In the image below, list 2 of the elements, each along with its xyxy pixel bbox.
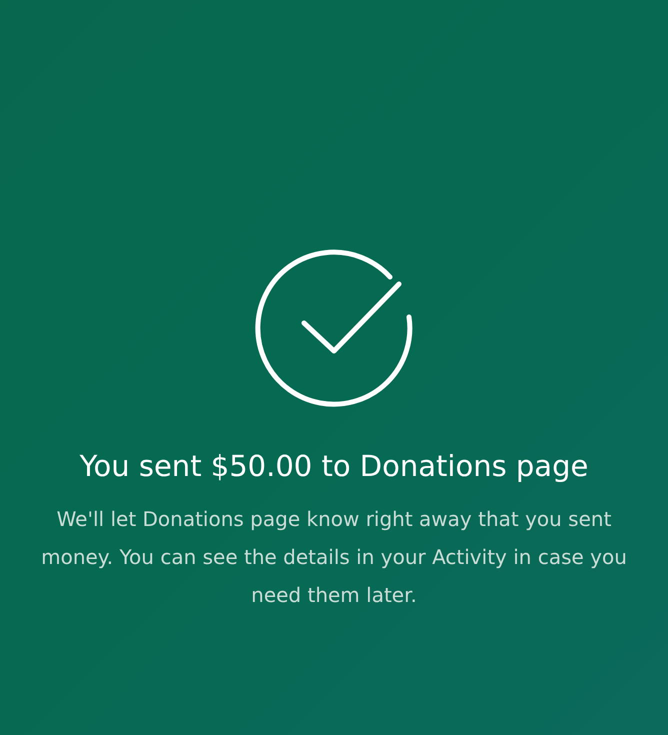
confirmation-message: We'll let Donations page know right away that you sent money. You can see the details in your Activity in case you need them later. bbox=[40, 506, 628, 609]
confirmation-title: You sent $50.00 to Donations page bbox=[80, 448, 588, 485]
